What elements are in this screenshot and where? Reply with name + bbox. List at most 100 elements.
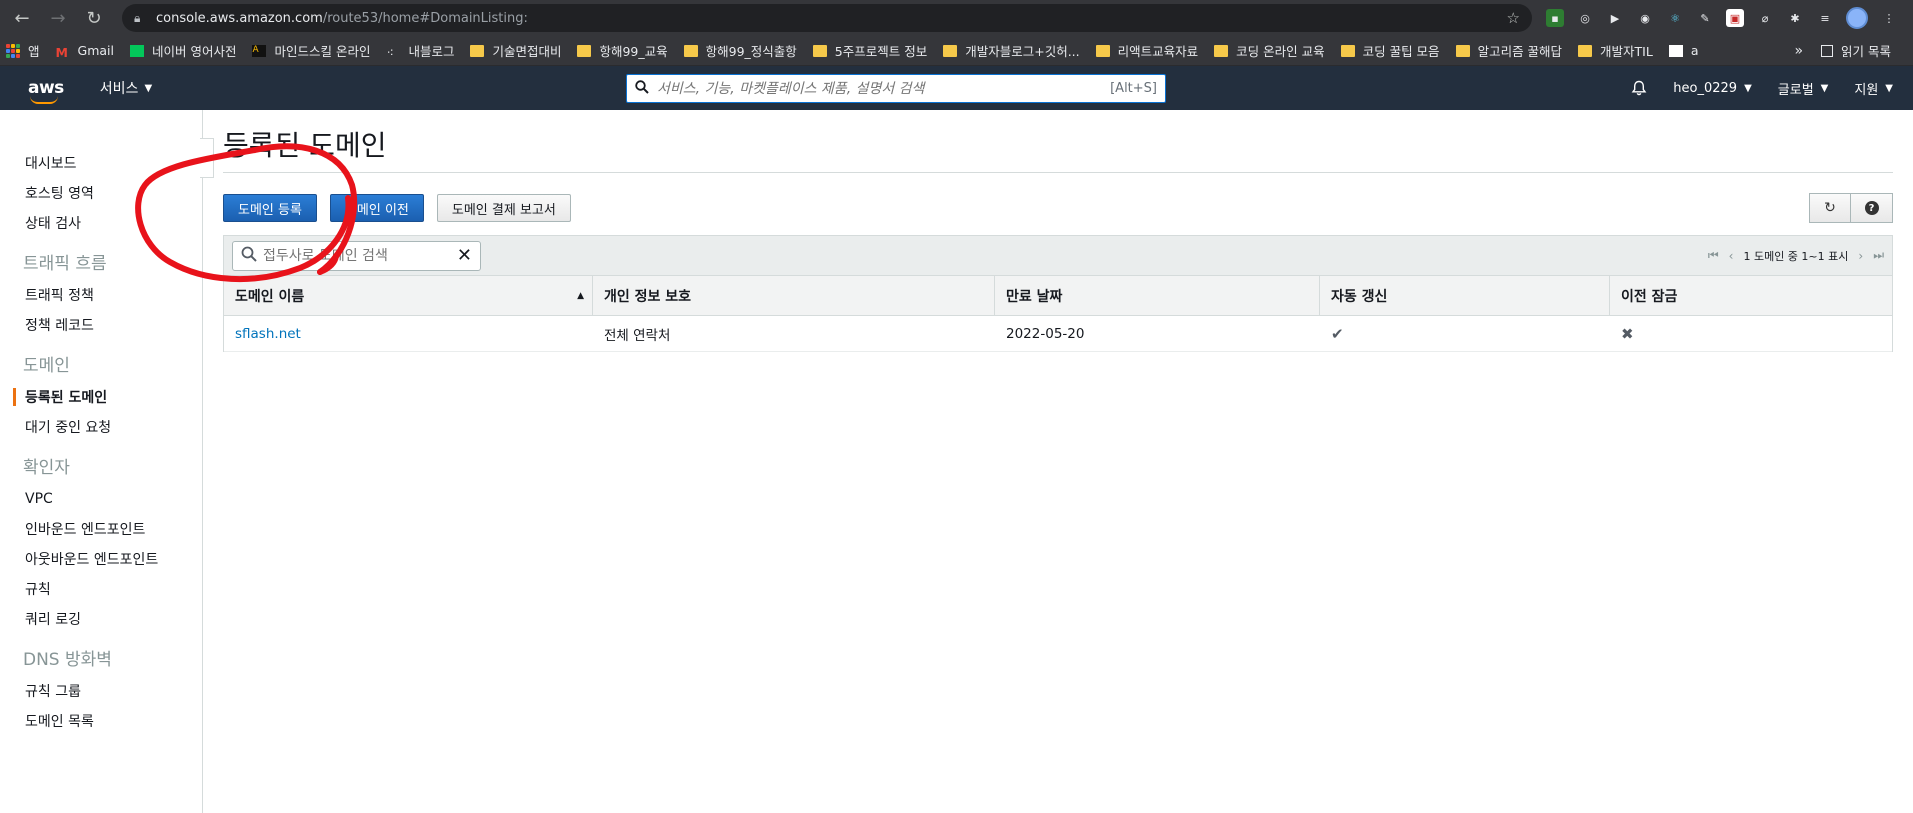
notifications-bell-icon[interactable] (1631, 80, 1647, 96)
bookmark-label: 내블로그 (408, 44, 455, 59)
bookmark-item[interactable]: M Gmail (56, 43, 114, 60)
extension-icon[interactable]: ▶ (1606, 9, 1624, 27)
billing-report-button[interactable]: 도메인 결제 보고서 (436, 194, 571, 222)
aws-logo[interactable]: aws (28, 78, 64, 104)
column-auto-renew[interactable]: 자동 갱신 (1320, 276, 1610, 315)
domain-filter[interactable]: ✕ (232, 240, 481, 271)
sidebar-section-domain: 도메인 (23, 356, 70, 376)
forward-icon[interactable]: → (44, 4, 72, 32)
extension-icon[interactable]: ▪ (1546, 9, 1564, 27)
page-title: 등록된 도메인 (223, 124, 1893, 173)
next-page-icon[interactable]: › (1858, 249, 1863, 263)
extensions: ▪ ◎ ▶ ◉ ⚛ ✎ ▣ ⌀ ✱ ≡ ⋮ (1546, 7, 1898, 29)
bookmark-item[interactable]: a (1668, 43, 1699, 58)
bookmark-label: 항해99_정식출항 (705, 44, 797, 59)
main-content: 등록된 도메인 도메인 등록 도메인 이전 도메인 결제 보고서 ↻ ? ✕ (203, 110, 1913, 813)
puzzle-icon[interactable]: ✱ (1786, 9, 1804, 27)
bookmark-item[interactable]: 기술면접대비 (470, 41, 561, 60)
bookmark-label: 항해99_교육 (599, 44, 668, 59)
bookmark-item[interactable]: 개발자TIL (1578, 41, 1653, 60)
search-shortcut: [Alt+S] (1110, 81, 1157, 96)
bookmark-item[interactable]: 앱 (6, 41, 40, 60)
bookmark-item[interactable]: 코딩 온라인 교육 (1214, 41, 1325, 60)
extension-icon[interactable]: ◎ (1576, 9, 1594, 27)
sidebar-item[interactable]: 쿼리 로깅 (0, 604, 202, 634)
extension-icon[interactable]: ▣ (1726, 9, 1744, 27)
bookmark-label: 코딩 꿀팁 모음 (1362, 44, 1440, 59)
column-transfer-lock[interactable]: 이전 잠금 (1610, 276, 1892, 315)
bookmarks-bar: 앱 M Gmail 네이버 영어사전 A 마인드스킬 온라인 ⁖ 내블로그 기술면접대비 항해99… (0, 36, 1913, 66)
sidebar-item[interactable]: 규칙 (0, 574, 202, 604)
folder-icon (1095, 44, 1110, 57)
bookmark-label: 개발자TIL (1600, 44, 1653, 59)
region-menu[interactable]: 글로벌 ▼ (1778, 79, 1829, 98)
caret-down-icon: ▼ (144, 82, 153, 94)
bookmark-item[interactable]: 항해99_정식출항 (683, 41, 797, 60)
reading-list-icon[interactable]: ≡ (1816, 9, 1834, 27)
bookmark-item[interactable]: A 마인드스킬 온라인 (252, 41, 370, 60)
services-label: 서비스 (99, 81, 139, 97)
cross-icon: ✖ (1621, 324, 1634, 343)
aws-search-input[interactable] (657, 80, 1111, 97)
bookmark-item[interactable]: 5주프로젝트 정보 (812, 41, 927, 60)
register-domain-button[interactable]: 도메인 등록 (223, 194, 317, 222)
address-bar[interactable]: 🔒︎ console.aws.amazon.com /route53/home#… (122, 4, 1532, 32)
bookmark-item[interactable]: 항해99_교육 (577, 41, 668, 60)
transfer-domain-button[interactable]: 도메인 이전 (329, 194, 424, 222)
column-privacy[interactable]: 개인 정보 보호 (593, 276, 995, 315)
extension-icon[interactable]: ⌀ (1756, 9, 1774, 27)
domain-filter-input[interactable] (263, 247, 457, 264)
account-menu[interactable]: heo_0229 ▼ (1673, 81, 1751, 96)
bookmarks-more-icon[interactable]: » (1794, 43, 1803, 59)
table-row[interactable]: sflash.net 전체 연락처 2022-05-20 ✔ ✖ (224, 316, 1892, 352)
folder-icon (683, 44, 698, 57)
column-domain-name[interactable]: 도메인 이름 ▲ (224, 276, 593, 315)
sidebar-section-traffic: 트래픽 흐름 (23, 254, 107, 274)
services-menu[interactable]: 서비스 ▼ (100, 78, 152, 98)
help-icon[interactable]: ? (1851, 193, 1893, 223)
sidebar: 대시보드 호스팅 영역 상태 검사 트래픽 흐름 트래픽 정책 정책 레코드 도메인 … (0, 110, 214, 813)
react-devtools-icon[interactable]: ⚛ (1666, 9, 1684, 27)
sidebar-item[interactable]: 아웃바운드 엔드포인트 (0, 544, 202, 574)
sidebar-item[interactable]: 호스팅 영역 (0, 178, 202, 208)
first-page-icon[interactable]: ⏮ (1708, 248, 1719, 263)
sidebar-item[interactable]: 등록된 도메인 (0, 382, 202, 412)
bookmark-star-icon[interactable]: ☆ (1507, 9, 1520, 27)
bookmark-item[interactable]: 네이버 영어사전 (129, 41, 237, 60)
site-icon (1668, 44, 1683, 57)
sidebar-item[interactable]: 대기 중인 요청 (0, 412, 202, 442)
reload-icon[interactable]: ↻ (80, 4, 108, 32)
sidebar-item[interactable]: VPC (0, 484, 202, 514)
bookmark-item[interactable]: 알고리즘 꿀해답 (1455, 41, 1562, 60)
support-menu[interactable]: 지원 ▼ (1854, 79, 1893, 98)
bookmark-item[interactable]: ⁖ 내블로그 (386, 41, 454, 60)
sidebar-item[interactable]: 도메인 목록 (0, 706, 202, 736)
sidebar-item[interactable]: 트래픽 정책 (0, 280, 202, 310)
domain-link[interactable]: sflash.net (235, 326, 301, 342)
bookmark-item[interactable]: 개발자블로그+깃허... (943, 41, 1080, 60)
sidebar-item[interactable]: 규칙 그룹 (0, 676, 202, 706)
folder-icon (1214, 44, 1229, 57)
bookmark-label: 네이버 영어사전 (151, 44, 237, 59)
checkmark-icon: ✔ (1331, 324, 1344, 343)
profile-avatar[interactable] (1846, 7, 1868, 29)
refresh-icon[interactable]: ↻ (1809, 193, 1851, 223)
previous-page-icon[interactable]: ‹ (1729, 249, 1734, 263)
bookmark-item[interactable]: 코딩 꿀팁 모음 (1340, 41, 1440, 60)
sidebar-item[interactable]: 정책 레코드 (0, 310, 202, 340)
last-page-icon[interactable]: ⏭ (1873, 248, 1884, 263)
bookmark-item[interactable]: 리액트교육자료 (1095, 41, 1198, 60)
sidebar-item[interactable]: 상태 검사 (0, 208, 202, 238)
reading-list[interactable]: 읽기 목록 (1821, 41, 1891, 60)
menu-icon[interactable]: ⋮ (1880, 9, 1898, 27)
sidebar-item[interactable]: 대시보드 (0, 148, 202, 178)
table-header: 도메인 이름 ▲ 개인 정보 보호 만료 날짜 자동 갱신 이전 잠금 (224, 276, 1892, 316)
clear-filter-icon[interactable]: ✕ (457, 245, 472, 266)
extension-icon[interactable]: ✎ (1696, 9, 1714, 27)
extension-icon[interactable]: ◉ (1636, 9, 1654, 27)
sidebar-item[interactable]: 인바운드 엔드포인트 (0, 514, 202, 544)
folder-icon (470, 44, 485, 57)
column-expiry[interactable]: 만료 날짜 (995, 276, 1320, 315)
aws-search[interactable]: [Alt+S] (626, 74, 1166, 103)
back-icon[interactable]: ← (8, 4, 36, 32)
